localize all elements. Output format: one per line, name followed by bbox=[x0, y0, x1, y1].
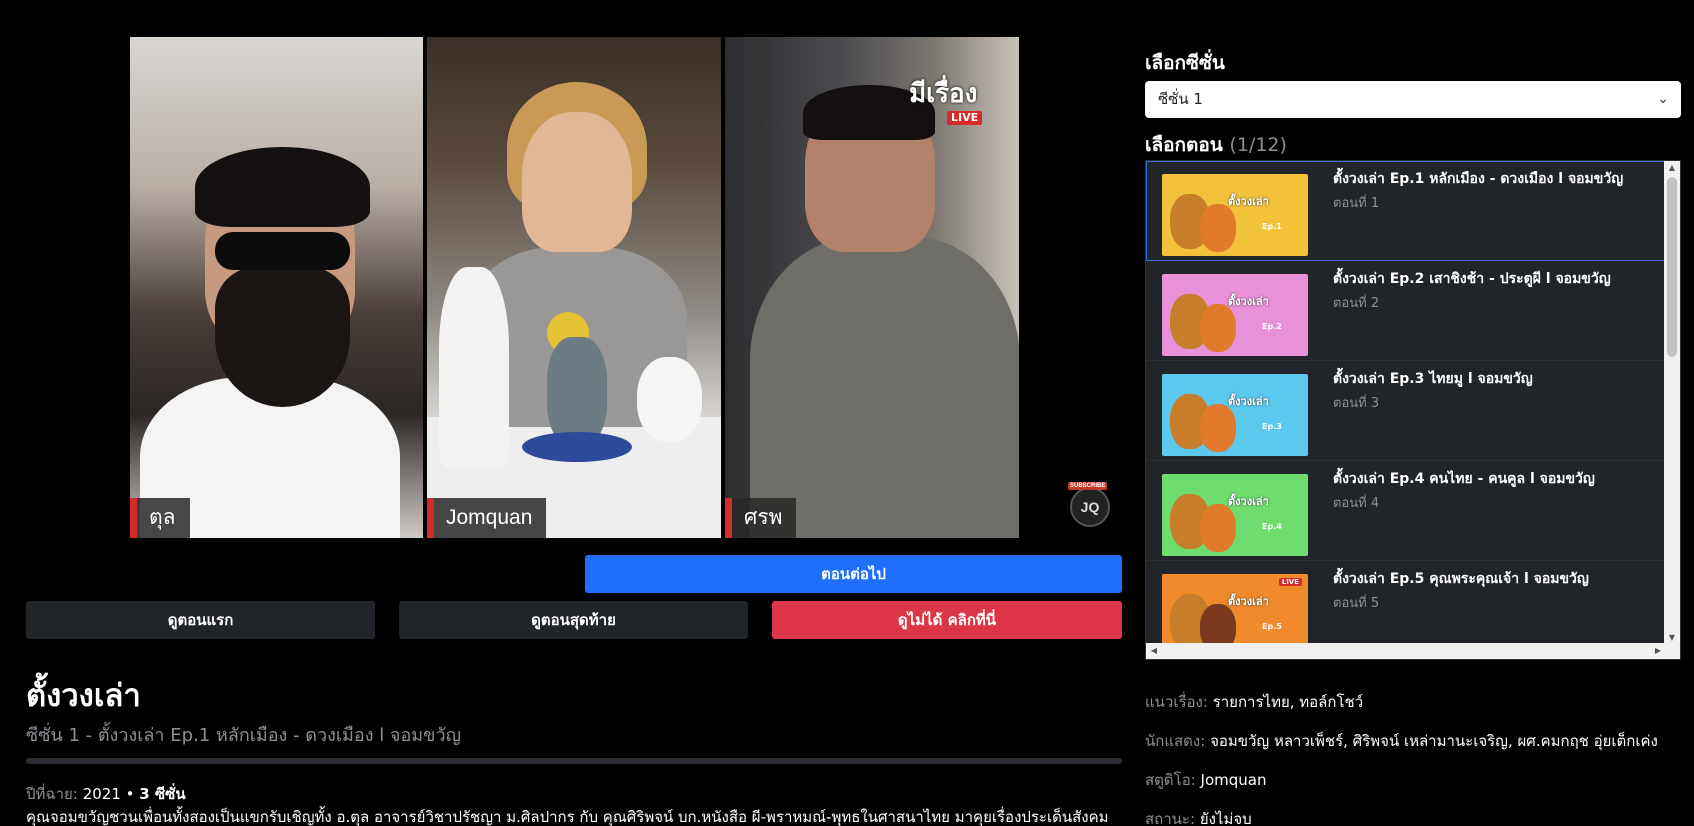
year-label: ปีที่ฉาย: bbox=[26, 785, 78, 803]
show-description: คุณจอมขวัญชวนเพื่อนทั้งสองเป็นแขกรับเชิญ… bbox=[26, 808, 1109, 826]
season-heading: เลือกซีซั่น bbox=[1145, 52, 1225, 74]
last-episode-button[interactable]: ดูตอนสุดท้าย bbox=[399, 601, 748, 639]
studio-label: สตูดิโอ: bbox=[1145, 771, 1196, 789]
thumbnail-episode-number: Ep.5 bbox=[1262, 622, 1282, 631]
thumbnail-figure bbox=[1200, 204, 1236, 252]
report-problem-button[interactable]: ดูไม่ได้ คลิกที่นี่ bbox=[772, 601, 1122, 639]
participant-name-tag: ศรพ bbox=[725, 498, 797, 538]
episode-number: ตอนที่ 2 bbox=[1333, 296, 1380, 311]
thumbnail-caption: ตั้งวงเล่า bbox=[1228, 195, 1269, 208]
cast-row: นักแสดง: จอมขวัญ หลาวเพ็ชร์, ศิริพจน์ เห… bbox=[1145, 729, 1658, 753]
status-row: สถานะ: ยังไม่จบ bbox=[1145, 807, 1252, 826]
episode-heading: เลือกตอน (1/12) bbox=[1145, 130, 1287, 160]
scrollbar-thumb[interactable] bbox=[1667, 177, 1677, 357]
studio-row: สตูดิโอ: Jomquan bbox=[1145, 768, 1267, 792]
episode-thumbnail: ตั้งวงเล่า Ep.4 bbox=[1162, 474, 1308, 556]
season-count: 3 ซีซั่น bbox=[139, 785, 186, 803]
thumbnail-figure bbox=[1200, 504, 1236, 552]
episode-list[interactable]: ตั้งวงเล่า Ep.1 ตั้งวงเล่า Ep.1 หลักเมือ… bbox=[1145, 160, 1681, 660]
episode-number: ตอนที่ 5 bbox=[1333, 596, 1380, 611]
subscribe-label: SUBSCRIBE bbox=[1068, 482, 1108, 490]
brand-logo-text: มีเรื่อง bbox=[909, 79, 978, 109]
scroll-right-arrow-icon[interactable]: ▶ bbox=[1650, 643, 1666, 659]
episode-title: ตั้งวงเล่า Ep.5 คุณพระคุณเจ้า l จอมขวัญ bbox=[1333, 571, 1589, 587]
year-value: 2021 bbox=[82, 785, 121, 803]
thumbnail-episode-number: Ep.1 bbox=[1262, 222, 1282, 231]
chevron-down-icon: ⌄ bbox=[1657, 91, 1669, 107]
genre-row: แนวเรื่อง: รายการไทย, ทอล์กโชว์ bbox=[1145, 690, 1363, 714]
episode-thumbnail: ตั้งวงเล่า Ep.1 bbox=[1162, 174, 1308, 256]
meta-line: ปีที่ฉาย: 2021 • 3 ซีซั่น bbox=[26, 782, 186, 806]
participant-panel-1: ตุล bbox=[130, 37, 423, 538]
lotus-base bbox=[522, 432, 632, 462]
participant-hair bbox=[195, 147, 370, 227]
genre-value: รายการไทย, ทอล์กโชว์ bbox=[1212, 693, 1364, 711]
participant-name-tag: Jomquan bbox=[427, 498, 547, 538]
season-select-value: ซีซั่น 1 bbox=[1158, 90, 1203, 108]
episode-count: (1/12) bbox=[1229, 134, 1287, 156]
video-player[interactable]: ตุล Jomquan มีเรื่อง LIVE ศรพ bbox=[130, 37, 1019, 538]
genre-label: แนวเรื่อง: bbox=[1145, 693, 1208, 711]
participant-panel-2: Jomquan bbox=[423, 37, 721, 538]
episode-list-scrollbar-horizontal[interactable]: ◀ ▶ bbox=[1146, 643, 1680, 659]
episode-title: ตั้งวงเล่า Ep.1 หลักเมือง - ดวงเมือง l จ… bbox=[1333, 171, 1624, 187]
thumbnail-live-badge: LIVE bbox=[1278, 578, 1302, 586]
episode-item[interactable]: ตั้งวงเล่า Ep.4 ตั้งวงเล่า Ep.4 คนไทย - … bbox=[1146, 461, 1666, 561]
episode-number: ตอนที่ 4 bbox=[1333, 496, 1380, 511]
cat-figure bbox=[547, 337, 607, 447]
episode-item[interactable]: ตั้งวงเล่า Ep.3 ตั้งวงเล่า Ep.3 ไทยมู l … bbox=[1146, 361, 1666, 461]
episode-thumbnail: ตั้งวงเล่า Ep.3 bbox=[1162, 374, 1308, 456]
channel-logo-text: JQ bbox=[1080, 499, 1100, 515]
participant-panel-3: มีเรื่อง LIVE ศรพ bbox=[721, 37, 1019, 538]
thumbnail-caption: ตั้งวงเล่า bbox=[1228, 395, 1269, 408]
participant-sunglasses bbox=[215, 232, 350, 270]
next-episode-button[interactable]: ตอนต่อไป bbox=[585, 555, 1122, 593]
decor-figure bbox=[637, 357, 702, 442]
studio-value: Jomquan bbox=[1200, 771, 1267, 789]
episode-title: ตั้งวงเล่า Ep.4 คนไทย - คนคูล l จอมขวัญ bbox=[1333, 471, 1595, 487]
statue-figure bbox=[439, 267, 509, 467]
episode-title: ตั้งวงเล่า Ep.2 เสาชิงช้า - ประตูผี l จอ… bbox=[1333, 271, 1611, 287]
thumbnail-caption: ตั้งวงเล่า bbox=[1228, 595, 1269, 608]
thumbnail-episode-number: Ep.4 bbox=[1262, 522, 1282, 531]
participant-name-tag: ตุล bbox=[130, 498, 190, 538]
thumbnail-figure bbox=[1200, 304, 1236, 352]
thumbnail-figure bbox=[1200, 404, 1236, 452]
episode-title: ตั้งวงเล่า Ep.3 ไทยมู l จอมขวัญ bbox=[1333, 371, 1533, 387]
episode-list-scrollbar-vertical[interactable]: ▲ ▼ bbox=[1664, 161, 1680, 645]
episode-number: ตอนที่ 1 bbox=[1333, 196, 1380, 211]
divider bbox=[26, 758, 1122, 764]
status-value: ยังไม่จบ bbox=[1199, 810, 1252, 826]
thumbnail-caption: ตั้งวงเล่า bbox=[1228, 495, 1269, 508]
participant-body bbox=[750, 237, 1019, 538]
first-episode-button[interactable]: ดูตอนแรก bbox=[26, 601, 375, 639]
participant-face bbox=[522, 112, 632, 252]
episode-subtitle: ซีซั่น 1 - ตั้งวงเล่า Ep.1 หลักเมือง - ด… bbox=[26, 725, 461, 746]
live-badge: LIVE bbox=[947, 111, 983, 125]
cast-label: นักแสดง: bbox=[1145, 732, 1206, 750]
episode-thumbnail: ตั้งวงเล่า Ep.2 bbox=[1162, 274, 1308, 356]
meta-separator: • bbox=[125, 785, 135, 803]
show-title: ตั้งวงเล่า bbox=[26, 678, 141, 714]
scroll-up-arrow-icon[interactable]: ▲ bbox=[1664, 161, 1680, 175]
subscribe-badge[interactable]: SUBSCRIBE JQ bbox=[1068, 482, 1110, 527]
brand-logo: มีเรื่อง LIVE bbox=[909, 79, 1009, 129]
season-select[interactable]: ซีซั่น 1 ⌄ bbox=[1145, 81, 1681, 118]
episode-item[interactable]: ตั้งวงเล่า Ep.2 ตั้งวงเล่า Ep.2 เสาชิงช้… bbox=[1146, 261, 1666, 361]
status-label: สถานะ: bbox=[1145, 810, 1196, 826]
participant-beard bbox=[215, 267, 350, 407]
episode-item[interactable]: ตั้งวงเล่า Ep.1 ตั้งวงเล่า Ep.1 หลักเมือ… bbox=[1146, 161, 1666, 261]
cast-value: จอมขวัญ หลาวเพ็ชร์, ศิริพจน์ เหล่ามานะเจ… bbox=[1210, 732, 1658, 750]
thumbnail-caption: ตั้งวงเล่า bbox=[1228, 295, 1269, 308]
scroll-left-arrow-icon[interactable]: ◀ bbox=[1146, 643, 1162, 659]
episode-heading-label: เลือกตอน bbox=[1145, 134, 1223, 156]
thumbnail-episode-number: Ep.2 bbox=[1262, 322, 1282, 331]
thumbnail-episode-number: Ep.3 bbox=[1262, 422, 1282, 431]
episode-number: ตอนที่ 3 bbox=[1333, 396, 1380, 411]
